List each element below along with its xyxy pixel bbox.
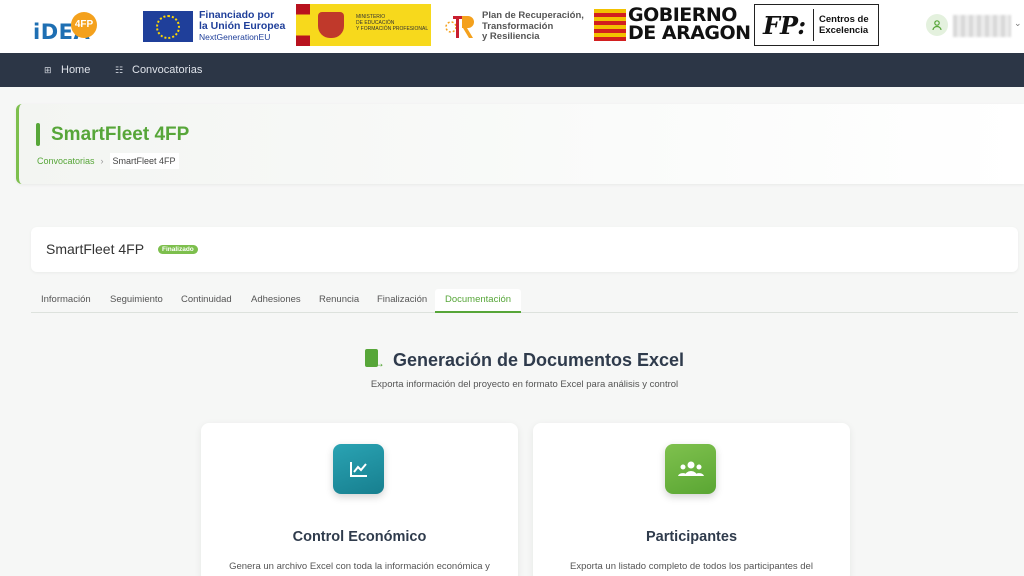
documentacion-panel: → Generación de Documentos Excel Exporta …: [31, 313, 1018, 576]
title-accent-bar: [36, 123, 40, 146]
breadcrumb-current: SmartFleet 4FP: [109, 153, 179, 169]
gobierno-aragon-text: GOBIERNO DE ARAGON: [628, 4, 751, 44]
section-subtitle: Exporta información del proyecto en form…: [370, 379, 679, 390]
control-economico-card[interactable]: Control Económico Genera un archivo Exce…: [201, 423, 518, 576]
breadcrumb: Convocatorias › SmartFleet 4FP: [37, 153, 179, 169]
page-header: SmartFleet 4FP Convocatorias › SmartFleet …: [16, 104, 1024, 184]
prtr-logo-mark: [445, 16, 474, 38]
card-title: Participantes: [645, 529, 738, 545]
fp-centros-excelencia-logo: FP: Centros de Excelencia: [754, 4, 879, 46]
logo-bar: iDEA 4FP Financiado por la Unión Europea…: [0, 0, 1024, 53]
project-tabs: Información Seguimiento Continuidad Adhe…: [31, 289, 1018, 313]
tab-documentacion[interactable]: Documentación: [435, 289, 522, 313]
ministerio-educacion-logo: MINISTERIO DE EDUCACIÓN Y FORMACIÓN PROF…: [296, 4, 431, 46]
tab-informacion[interactable]: Información: [31, 289, 101, 313]
card-title: Control Económico: [292, 529, 427, 545]
tab-finalizacion[interactable]: Finalización: [367, 289, 437, 313]
idea-logo-badge: 4FP: [71, 12, 97, 38]
user-icon: [926, 14, 948, 36]
card-description: Genera un archivo Excel con toda la info…: [229, 561, 490, 572]
idea-4fp-logo[interactable]: iDEA 4FP: [33, 12, 99, 44]
card-description: Exporta un listado completo de todos los…: [570, 561, 813, 572]
chart-line-icon: [333, 444, 384, 494]
project-summary-card: SmartFleet 4FP Finalizado: [31, 227, 1018, 272]
nav-convocatorias[interactable]: ☷ Convocatorias: [115, 53, 202, 87]
spain-shield-icon: [318, 12, 344, 38]
eu-funding-text: Financiado por la Unión Europea NextGene…: [199, 9, 286, 43]
user-name-redacted: [953, 15, 1011, 37]
page-title: SmartFleet 4FP: [51, 124, 190, 145]
eu-flag-logo: [143, 11, 193, 42]
breadcrumb-link-convocatorias[interactable]: Convocatorias: [37, 156, 95, 166]
tab-seguimiento[interactable]: Seguimiento: [100, 289, 173, 313]
participantes-card[interactable]: Participantes Exporta un listado complet…: [533, 423, 850, 576]
section-title: Generación de Documentos Excel: [392, 350, 685, 370]
tab-continuidad[interactable]: Continuidad: [171, 289, 242, 313]
file-export-icon: →: [364, 349, 385, 370]
user-menu[interactable]: ⌄: [926, 14, 1024, 38]
prtr-text: Plan de Recuperación, Transformación y R…: [482, 10, 584, 42]
status-badge: Finalizado: [158, 245, 198, 254]
project-title: SmartFleet 4FP: [46, 241, 145, 257]
users-icon: [665, 444, 716, 494]
grid-icon: ⊞: [44, 65, 52, 75]
tab-renuncia[interactable]: Renuncia: [309, 289, 369, 313]
chevron-right-icon: ›: [100, 156, 104, 166]
chevron-down-icon: ⌄: [1014, 18, 1022, 28]
main-nav: ⊞ Home ☷ Convocatorias: [0, 53, 1024, 87]
nav-home[interactable]: ⊞ Home: [44, 53, 90, 87]
tab-adhesiones[interactable]: Adhesiones: [241, 289, 311, 313]
aragon-flag-logo: [594, 9, 626, 41]
document-list-icon: ☷: [115, 65, 124, 75]
